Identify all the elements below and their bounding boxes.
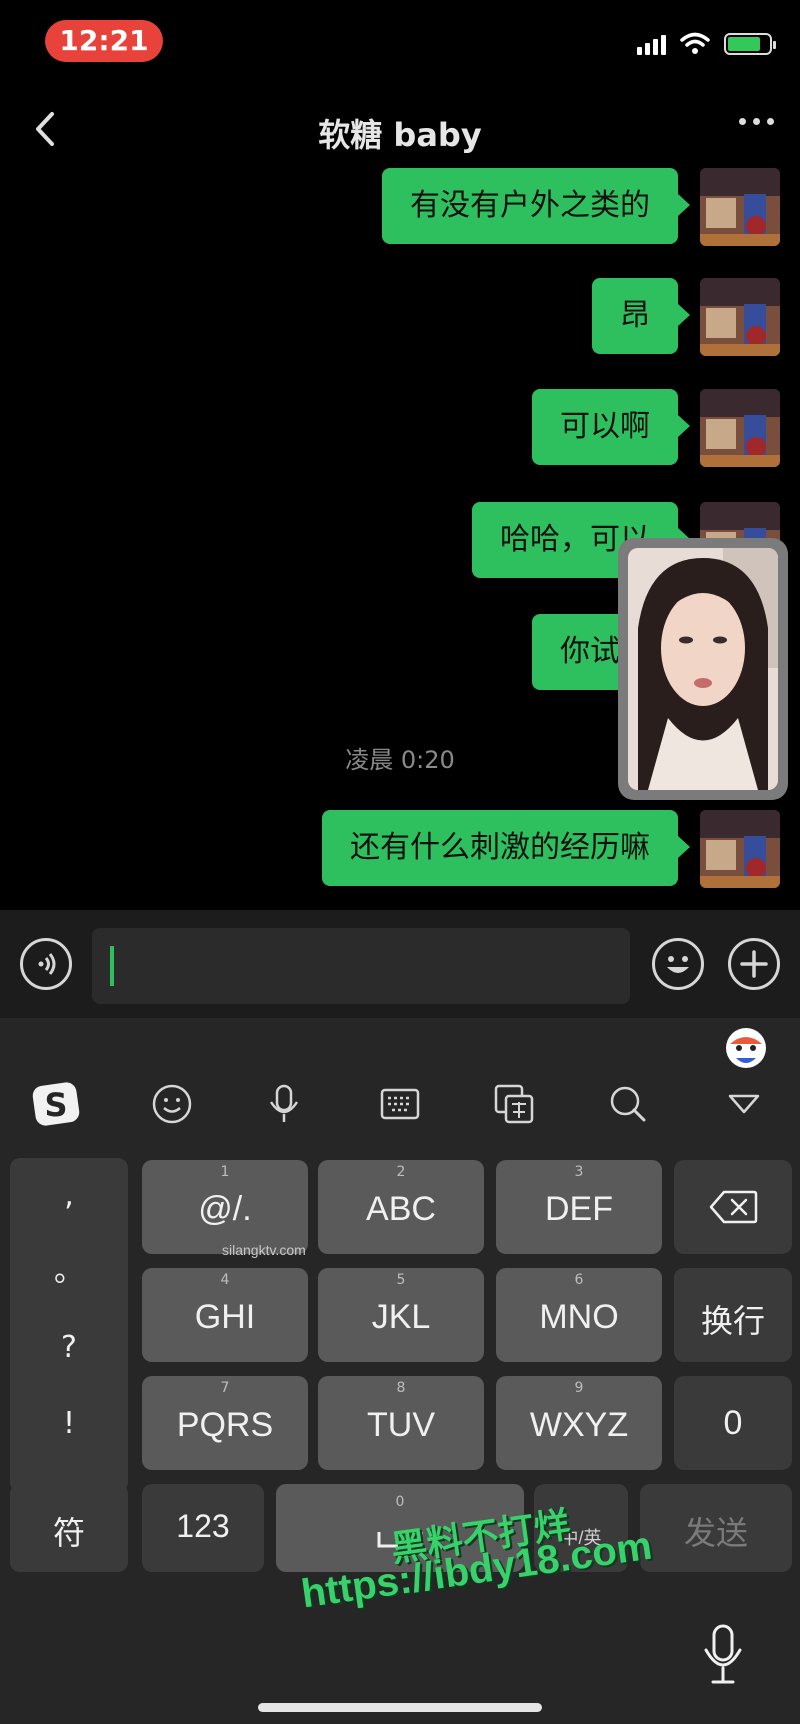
- key-7[interactable]: 7 PQRS: [142, 1376, 308, 1470]
- backspace-key[interactable]: [674, 1160, 792, 1254]
- text-cursor: [110, 946, 114, 986]
- key-8[interactable]: 8 TUV: [318, 1376, 484, 1470]
- key-9[interactable]: 9 WXYZ: [496, 1376, 662, 1470]
- avatar[interactable]: [700, 278, 780, 356]
- emoji-icon[interactable]: [652, 938, 704, 990]
- message-bubble[interactable]: 还有什么刺激的经历嘛: [322, 810, 690, 886]
- key-4[interactable]: 4 GHI: [142, 1268, 308, 1362]
- translate-icon[interactable]: [486, 1078, 542, 1130]
- keyboard-toolbar: S: [0, 1060, 800, 1150]
- message-bubble[interactable]: 有没有户外之类的: [382, 168, 690, 244]
- avatar[interactable]: [700, 168, 780, 246]
- symbol-key[interactable]: 符: [10, 1484, 128, 1572]
- punct-comma[interactable]: ,: [10, 1158, 128, 1234]
- collapse-keyboard-icon[interactable]: [716, 1078, 772, 1130]
- newline-key[interactable]: 换行: [674, 1268, 792, 1362]
- key-6[interactable]: 6 MNO: [496, 1268, 662, 1362]
- punct-exclaim[interactable]: !: [10, 1386, 128, 1462]
- voice-input-icon[interactable]: [20, 938, 72, 990]
- search-icon[interactable]: [600, 1078, 656, 1130]
- numeric-key[interactable]: 123: [142, 1484, 264, 1572]
- plus-icon[interactable]: [728, 938, 780, 990]
- emoji-icon[interactable]: [144, 1078, 200, 1130]
- keyboard: S , 。 ? ! 1 @/. 2 ABC 3 DEF 4 GHI 5 JKL …: [0, 1018, 800, 1724]
- key-1[interactable]: 1 @/.: [142, 1160, 308, 1254]
- svg-text:S: S: [44, 1086, 67, 1124]
- home-indicator[interactable]: [258, 1703, 542, 1712]
- chat-header: 软糖 baby: [0, 88, 800, 170]
- key-5[interactable]: 5 JKL: [318, 1268, 484, 1362]
- punctuation-column[interactable]: , 。 ? !: [10, 1158, 128, 1492]
- message-row: 可以啊: [532, 389, 780, 467]
- message-row: 昂: [592, 278, 780, 356]
- cellular-signal-icon: [637, 33, 666, 55]
- message-input-bar: [0, 910, 800, 1018]
- avatar[interactable]: [700, 810, 780, 888]
- watermark-small: silangktv.com: [222, 1242, 306, 1258]
- key-3[interactable]: 3 DEF: [496, 1160, 662, 1254]
- message-row: 有没有户外之类的: [382, 168, 780, 246]
- battery-icon: [724, 33, 776, 55]
- message-input[interactable]: [92, 928, 630, 1004]
- avatar[interactable]: [700, 389, 780, 467]
- chat-title: 软糖 baby: [318, 116, 482, 154]
- message-row: 还有什么刺激的经历嘛: [322, 810, 780, 888]
- sogou-logo-icon[interactable]: S: [28, 1078, 84, 1130]
- keyboard-microphone-icon[interactable]: [698, 1622, 748, 1688]
- microphone-icon[interactable]: [256, 1078, 312, 1130]
- video-feed: [628, 548, 778, 790]
- backspace-icon: [709, 1190, 758, 1224]
- wifi-icon: [680, 32, 710, 54]
- punct-period[interactable]: 。: [10, 1234, 128, 1310]
- keyboard-layout-icon[interactable]: [372, 1078, 428, 1130]
- status-icons: [637, 30, 776, 58]
- send-key[interactable]: 发送: [640, 1484, 792, 1572]
- message-bubble[interactable]: 可以啊: [532, 389, 690, 465]
- status-time: 12:21: [45, 20, 163, 62]
- key-0[interactable]: 0: [674, 1376, 792, 1470]
- message-bubble[interactable]: 昂: [592, 278, 690, 354]
- status-bar: 12:21: [0, 0, 800, 84]
- more-options-icon[interactable]: [739, 118, 774, 125]
- floating-video-window[interactable]: [618, 538, 788, 800]
- key-2[interactable]: 2 ABC: [318, 1160, 484, 1254]
- punct-question[interactable]: ?: [10, 1310, 128, 1386]
